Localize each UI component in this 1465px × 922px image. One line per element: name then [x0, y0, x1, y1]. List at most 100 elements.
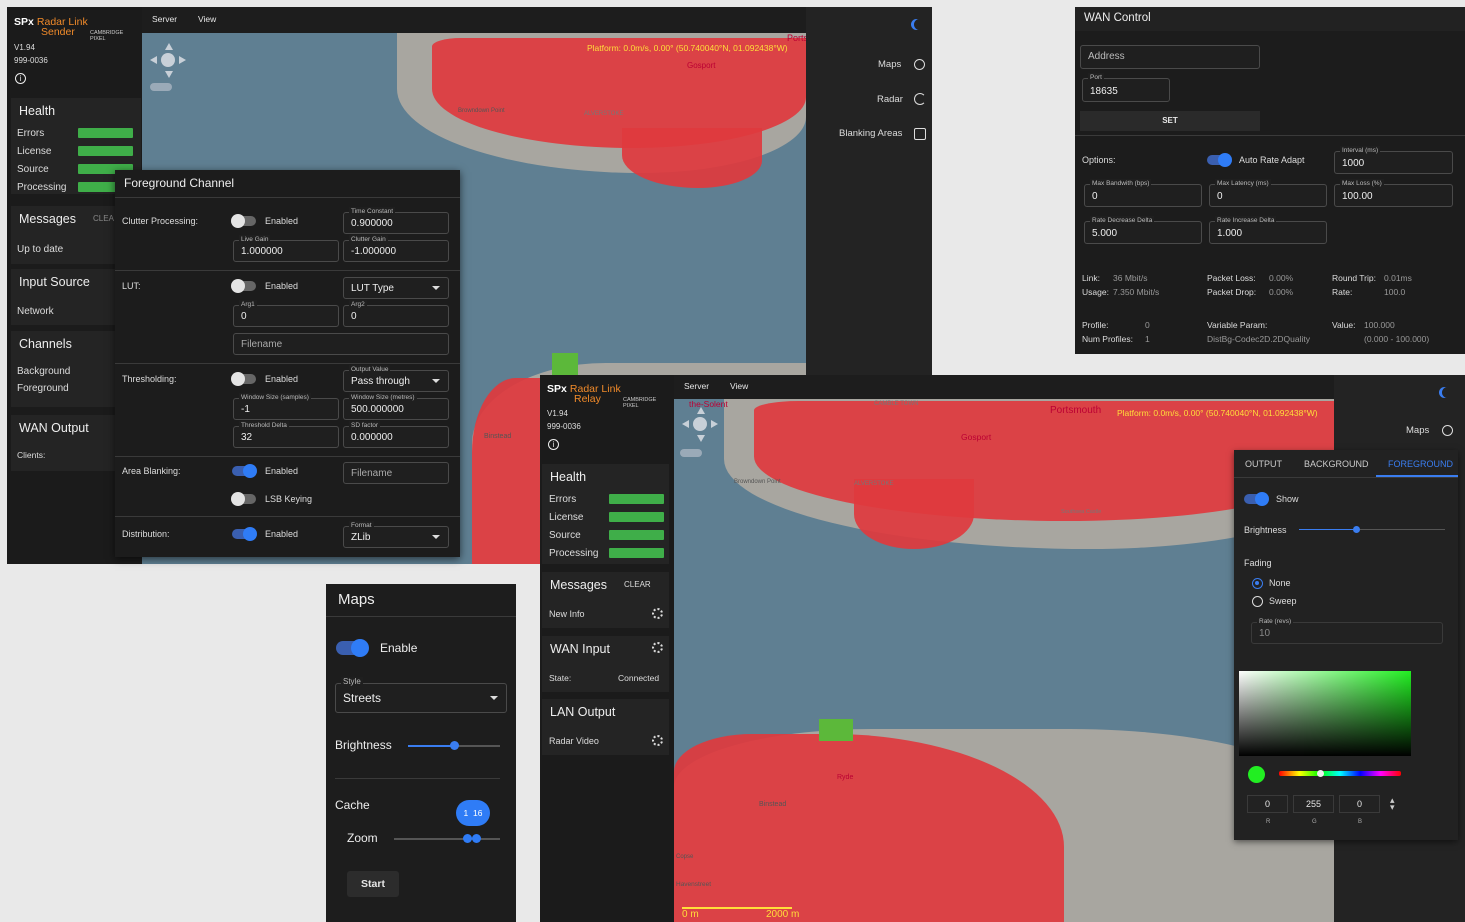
green-input[interactable]: 255: [1293, 795, 1334, 813]
rate-decrease-field[interactable]: Rate Decrease Delta 5.000: [1084, 216, 1202, 244]
address-field[interactable]: Address: [1080, 45, 1260, 69]
arg2-field[interactable]: Arg2 0: [343, 300, 449, 327]
channel-foreground[interactable]: Foreground: [17, 383, 69, 394]
interval-caption: Interval (ms): [1340, 146, 1381, 155]
radar-brightness-label: Brightness: [1244, 525, 1287, 535]
pan-control[interactable]: [682, 407, 718, 443]
health-title: Health: [19, 104, 56, 118]
clutter-toggle[interactable]: [231, 214, 256, 228]
set-button[interactable]: SET: [1080, 111, 1260, 131]
packet-loss-label: Packet Loss:: [1207, 273, 1256, 283]
theme-moon-icon[interactable]: [1442, 387, 1453, 398]
menu-server[interactable]: Server: [684, 381, 709, 391]
maps-brightness-slider[interactable]: [408, 741, 500, 750]
max-bandwidth-field[interactable]: Max Bandwith (bps) 0: [1084, 179, 1202, 207]
style-select[interactable]: Style Streets: [335, 677, 507, 713]
clutter-gain-caption: Clutter Gain: [349, 235, 388, 244]
pan-control[interactable]: [150, 43, 186, 79]
area-blanking-label: Area Blanking:: [122, 466, 181, 476]
format-toggle-icon[interactable]: ▴ ▾: [1390, 796, 1395, 812]
maker-logo: CAMBRIDGE PIXEL: [90, 30, 124, 42]
num-profiles-value: 1: [1145, 334, 1150, 344]
distribution-label: Distribution:: [122, 529, 170, 539]
right-item-blanking[interactable]: Blanking Areas: [839, 128, 902, 139]
sd-factor-field[interactable]: SD factor 0.000000: [343, 421, 449, 448]
live-gain-field[interactable]: Live Gain 1.000000: [233, 235, 339, 262]
scale-right: 2000 m: [766, 909, 800, 920]
theme-moon-icon[interactable]: [914, 19, 925, 30]
color-picker-area[interactable]: [1239, 671, 1411, 756]
maps-enable-toggle[interactable]: [336, 639, 369, 657]
address-placeholder: Address: [1088, 51, 1125, 62]
time-constant-field[interactable]: Time Constant 0.900000: [343, 207, 449, 234]
arg1-field[interactable]: Arg1 0: [233, 300, 339, 327]
lut-filename-field[interactable]: Filename: [233, 333, 449, 355]
lsb-keying-toggle[interactable]: [231, 492, 256, 506]
map-label-alverstoke: ALVERSTOKE: [854, 481, 894, 487]
right-item-maps[interactable]: Maps: [1406, 425, 1429, 436]
fading-sweep-radio[interactable]: [1252, 596, 1263, 607]
lut-toggle[interactable]: [231, 279, 256, 293]
green-patch: [819, 719, 853, 741]
right-item-radar[interactable]: Radar: [877, 94, 903, 105]
format-value: ZLib: [351, 532, 371, 543]
radar-brightness-slider[interactable]: [1299, 526, 1445, 533]
rate-increase-field[interactable]: Rate Increase Delta 1.000: [1209, 216, 1327, 244]
globe-icon[interactable]: [1442, 425, 1453, 436]
hue-slider[interactable]: [1279, 770, 1401, 777]
dropdown-arrow-icon: [432, 535, 440, 539]
settings-gear-icon[interactable]: [652, 608, 663, 619]
map-label-portsmouth: Portsm: [787, 33, 806, 43]
max-latency-value: 0: [1217, 191, 1223, 202]
distribution-toggle[interactable]: [232, 527, 257, 541]
auto-rate-toggle[interactable]: [1207, 153, 1232, 167]
blue-input[interactable]: 0: [1339, 795, 1380, 813]
output-value-caption: Output Value: [349, 365, 391, 374]
info-icon[interactable]: i: [548, 439, 559, 450]
green-patch: [552, 353, 578, 375]
clear-button[interactable]: CLEA: [93, 214, 114, 223]
menu-view[interactable]: View: [198, 14, 216, 24]
settings-gear-icon[interactable]: [652, 735, 663, 746]
info-icon[interactable]: i: [15, 73, 26, 84]
shapes-icon[interactable]: [914, 128, 926, 140]
window-metres-field[interactable]: Window Size (metres) 500.000000: [343, 393, 449, 420]
menu-view[interactable]: View: [730, 381, 748, 391]
red-input[interactable]: 0: [1247, 795, 1288, 813]
show-toggle[interactable]: [1244, 492, 1269, 506]
port-field[interactable]: Port 18635: [1082, 73, 1170, 102]
channel-background[interactable]: Background: [17, 366, 70, 377]
blanking-filename-field[interactable]: Filename: [343, 462, 449, 484]
thresholding-toggle[interactable]: [231, 372, 256, 386]
tab-output[interactable]: OUTPUT: [1245, 459, 1282, 469]
area-blanking-toggle[interactable]: [232, 464, 257, 478]
zoom-range-slider[interactable]: [394, 834, 500, 843]
format-select[interactable]: Format ZLib: [343, 521, 449, 548]
output-value-select[interactable]: Output Value Pass through: [343, 365, 449, 392]
brand-spx: SPx: [547, 383, 567, 395]
radar-icon[interactable]: [914, 93, 926, 105]
tab-background[interactable]: BACKGROUND: [1304, 459, 1369, 469]
map-label-binstead: Binstead: [759, 801, 787, 808]
tab-foreground[interactable]: FOREGROUND: [1388, 459, 1453, 469]
window-samples-field[interactable]: Window Size (samples) -1: [233, 393, 339, 420]
interval-field[interactable]: Interval (ms) 1000: [1334, 146, 1453, 174]
rate-revs-field[interactable]: Rate (revs) 10: [1251, 617, 1443, 644]
clutter-gain-field[interactable]: Clutter Gain -1.000000: [343, 235, 449, 262]
threshold-delta-field[interactable]: Threshold Delta 32: [233, 421, 339, 448]
start-button[interactable]: Start: [347, 871, 399, 897]
relay-menubar: Server View: [674, 375, 1334, 399]
settings-gear-icon[interactable]: [652, 642, 663, 653]
zoom-slider[interactable]: [680, 449, 702, 457]
max-loss-field[interactable]: Max Loss (%) 100.00: [1334, 179, 1453, 207]
lut-type-select[interactable]: LUT Type: [343, 277, 449, 299]
zoom-slider[interactable]: [150, 83, 172, 91]
fading-none-radio[interactable]: [1252, 578, 1263, 589]
max-latency-field[interactable]: Max Latency (ms) 0: [1209, 179, 1327, 207]
clear-button[interactable]: CLEAR: [624, 580, 651, 589]
red-label: R: [1266, 819, 1271, 825]
maps-brightness-label: Brightness: [335, 738, 392, 752]
globe-icon[interactable]: [914, 59, 925, 70]
menu-server[interactable]: Server: [152, 14, 177, 24]
right-item-maps[interactable]: Maps: [878, 59, 901, 70]
